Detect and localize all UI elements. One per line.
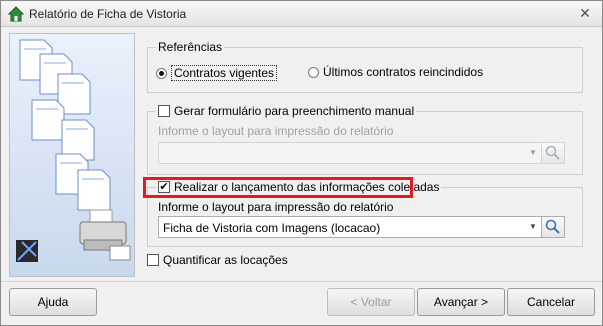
radio-contratos-vigentes[interactable]: Contratos vigentes <box>156 65 278 81</box>
search-icon <box>545 219 560 234</box>
referencias-legend: Referências <box>156 40 225 54</box>
formulario-layout-select[interactable]: ▼ <box>158 142 542 164</box>
window-title: Relatório de Ficha de Vistoria <box>29 7 187 21</box>
search-icon <box>545 145 560 160</box>
back-button[interactable]: < Voltar <box>327 288 415 316</box>
help-button[interactable]: Ajuda <box>9 288 97 316</box>
chevron-down-icon[interactable]: ▼ <box>525 217 541 237</box>
formulario-label: Gerar formulário para preenchimento manu… <box>174 104 415 118</box>
chevron-down-icon[interactable]: ▼ <box>525 143 541 163</box>
radio-button[interactable] <box>308 66 319 78</box>
checkbox[interactable] <box>147 254 159 266</box>
referencias-group: Referências Contratos vigentes Últimos c… <box>147 40 583 93</box>
checkbox[interactable] <box>158 105 170 117</box>
lancamento-search-button[interactable] <box>541 216 565 238</box>
report-dialog: Relatório de Ficha de Vistoria ✕ Referên… <box>0 0 603 326</box>
cancel-button[interactable]: Cancelar <box>507 288 595 316</box>
quantificar-checkbox[interactable]: Quantificar as locações <box>147 253 288 267</box>
radio-button[interactable] <box>156 67 167 79</box>
lancamento-layout-label: Informe o layout para impressão do relat… <box>158 200 394 214</box>
formulario-layout-label: Informe o layout para impressão do relat… <box>158 124 394 138</box>
footer-divider <box>1 281 602 282</box>
radio-label: Últimos contratos reincindidos <box>323 65 484 79</box>
title-bar: Relatório de Ficha de Vistoria ✕ <box>1 1 602 27</box>
radio-label: Contratos vigentes <box>171 65 278 81</box>
formulario-search-button[interactable] <box>541 142 565 164</box>
formulario-group: Gerar formulário para preenchimento manu… <box>147 104 583 175</box>
highlight-annotation <box>143 177 413 198</box>
close-icon[interactable]: ✕ <box>578 6 592 20</box>
next-button[interactable]: Avançar > <box>417 288 505 316</box>
formulario-checkbox[interactable]: Gerar formulário para preenchimento manu… <box>156 104 417 118</box>
lancamento-layout-select[interactable]: Ficha de Vistoria com Imagens (locacao) … <box>158 216 542 238</box>
wizard-illustration <box>9 33 135 277</box>
quantificar-label: Quantificar as locações <box>163 253 288 267</box>
radio-ultimos-contratos[interactable]: Últimos contratos reincindidos <box>308 65 483 79</box>
home-icon <box>7 5 25 23</box>
